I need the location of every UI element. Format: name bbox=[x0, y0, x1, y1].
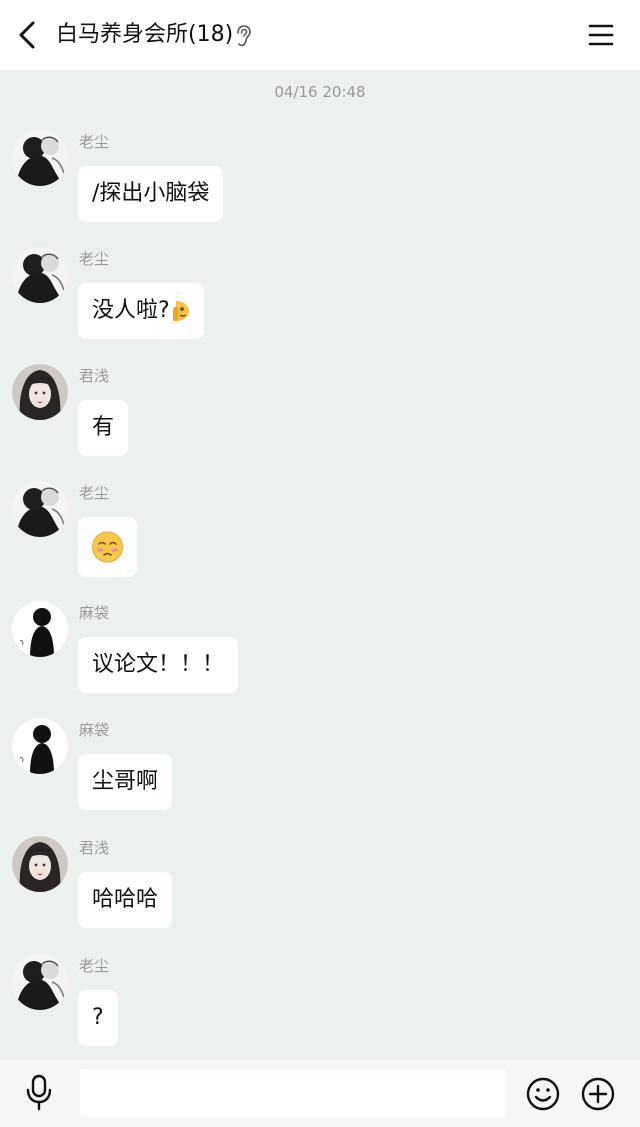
back-button[interactable] bbox=[14, 17, 42, 53]
emoji-button[interactable] bbox=[525, 1076, 561, 1112]
message-text: 有 bbox=[92, 415, 115, 440]
sender-name: 老尘 bbox=[79, 957, 110, 975]
message-bubble[interactable]: ? bbox=[78, 990, 118, 1046]
avatar-laochen[interactable] bbox=[12, 130, 68, 186]
message-item: 老尘 /探出小脑袋 bbox=[0, 130, 640, 240]
chat-header: 白马养身会所(18) bbox=[0, 0, 640, 70]
message-text: 哈哈哈 bbox=[92, 887, 159, 912]
avatar-junqian[interactable] bbox=[12, 836, 68, 892]
sender-name: 老尘 bbox=[79, 250, 110, 268]
message-bubble[interactable]: /探出小脑袋 bbox=[78, 166, 224, 222]
chat-title: 白马养身会所(18) bbox=[56, 22, 234, 47]
voice-button[interactable] bbox=[24, 1074, 54, 1112]
avatar-laochen[interactable] bbox=[12, 481, 68, 537]
message-text: /探出小脑袋 bbox=[92, 181, 210, 206]
message-item: 君浅 有 bbox=[0, 364, 640, 474]
ear-icon bbox=[234, 24, 252, 48]
message-bubble[interactable]: 哈哈哈 bbox=[78, 872, 173, 928]
message-item: 君浅 哈哈哈 bbox=[0, 836, 640, 946]
sender-name: 老尘 bbox=[79, 133, 110, 151]
message-item: 老尘 bbox=[0, 481, 640, 591]
microphone-icon bbox=[26, 1074, 52, 1111]
message-bubble[interactable]: 有 bbox=[78, 400, 129, 456]
menu-button[interactable] bbox=[586, 20, 616, 50]
more-button[interactable] bbox=[580, 1076, 616, 1112]
message-bubble[interactable]: 议论文！！！ bbox=[78, 637, 239, 693]
avatar-madai[interactable] bbox=[12, 601, 68, 657]
chat-message-list[interactable]: 04/16 20:48 老尘 /探出小脑袋 老尘 没人啦? 君浅 有 老尘 麻袋… bbox=[0, 70, 640, 1060]
peeking-face-emoji bbox=[172, 301, 189, 321]
input-bar bbox=[0, 1060, 640, 1127]
avatar-laochen[interactable] bbox=[12, 247, 68, 303]
message-bubble[interactable]: 尘哥啊 bbox=[78, 754, 173, 810]
sender-name: 麻袋 bbox=[79, 604, 110, 622]
message-item: 麻袋 尘哥啊 bbox=[0, 718, 640, 828]
avatar-laochen[interactable] bbox=[12, 954, 68, 1010]
message-timestamp: 04/16 20:48 bbox=[274, 83, 366, 101]
sender-name: 君浅 bbox=[79, 367, 110, 385]
chevron-left-icon bbox=[19, 21, 35, 49]
message-item: 老尘 没人啦? bbox=[0, 247, 640, 357]
sender-name: 老尘 bbox=[79, 484, 110, 502]
sender-name: 君浅 bbox=[79, 839, 110, 857]
message-text: 没人啦? bbox=[92, 298, 170, 323]
message-text: 尘哥啊 bbox=[92, 769, 159, 794]
message-bubble[interactable] bbox=[78, 517, 137, 577]
smiley-icon bbox=[526, 1077, 560, 1111]
shy-face-emoji bbox=[92, 531, 123, 563]
plus-circle-icon bbox=[581, 1077, 615, 1111]
message-text: 议论文！！！ bbox=[92, 652, 225, 677]
message-item: 麻袋 议论文！！！ bbox=[0, 601, 640, 711]
message-input[interactable] bbox=[80, 1069, 506, 1117]
sender-name: 麻袋 bbox=[79, 721, 110, 739]
message-text: ? bbox=[92, 1005, 104, 1030]
avatar-junqian[interactable] bbox=[12, 364, 68, 420]
avatar-madai[interactable] bbox=[12, 718, 68, 774]
hamburger-menu-icon bbox=[588, 24, 614, 46]
message-item: 老尘 ? bbox=[0, 954, 640, 1064]
message-bubble[interactable]: 没人啦? bbox=[78, 283, 204, 339]
